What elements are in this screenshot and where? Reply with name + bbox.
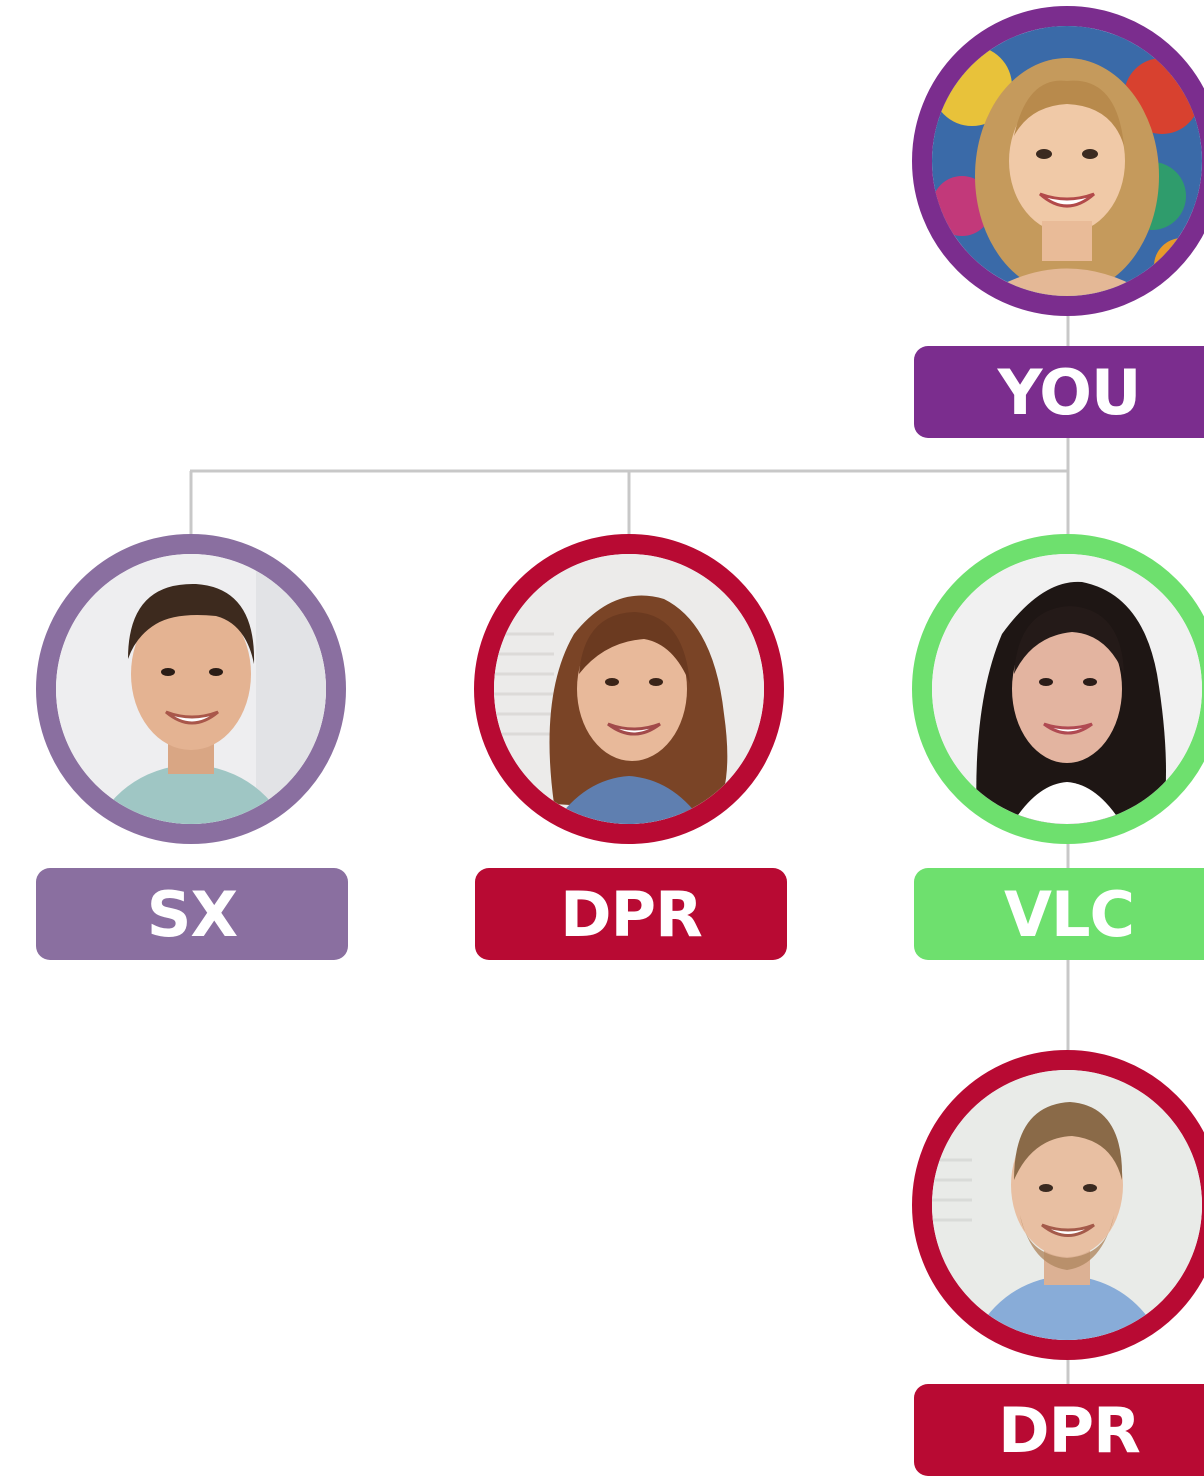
avatar-you[interactable] — [912, 6, 1204, 316]
avatar-sx[interactable] — [36, 534, 346, 844]
photo-woman-dark-hair — [932, 554, 1202, 824]
label-dpr-1[interactable]: DPR — [475, 868, 787, 960]
avatar-dpr-1[interactable] — [474, 534, 784, 844]
avatar-vlc[interactable] — [912, 534, 1204, 844]
photo-woman-curly-hair — [932, 26, 1202, 296]
photo-woman-brown-hair — [494, 554, 764, 824]
label-sx[interactable]: SX — [36, 868, 348, 960]
label-dpr-2[interactable]: DPR — [914, 1384, 1204, 1476]
label-vlc[interactable]: VLC — [914, 868, 1204, 960]
avatar-dpr-2[interactable] — [912, 1050, 1204, 1360]
label-you[interactable]: YOU — [914, 346, 1204, 438]
photo-man-smiling — [56, 554, 326, 824]
photo-man-beard — [932, 1070, 1202, 1340]
